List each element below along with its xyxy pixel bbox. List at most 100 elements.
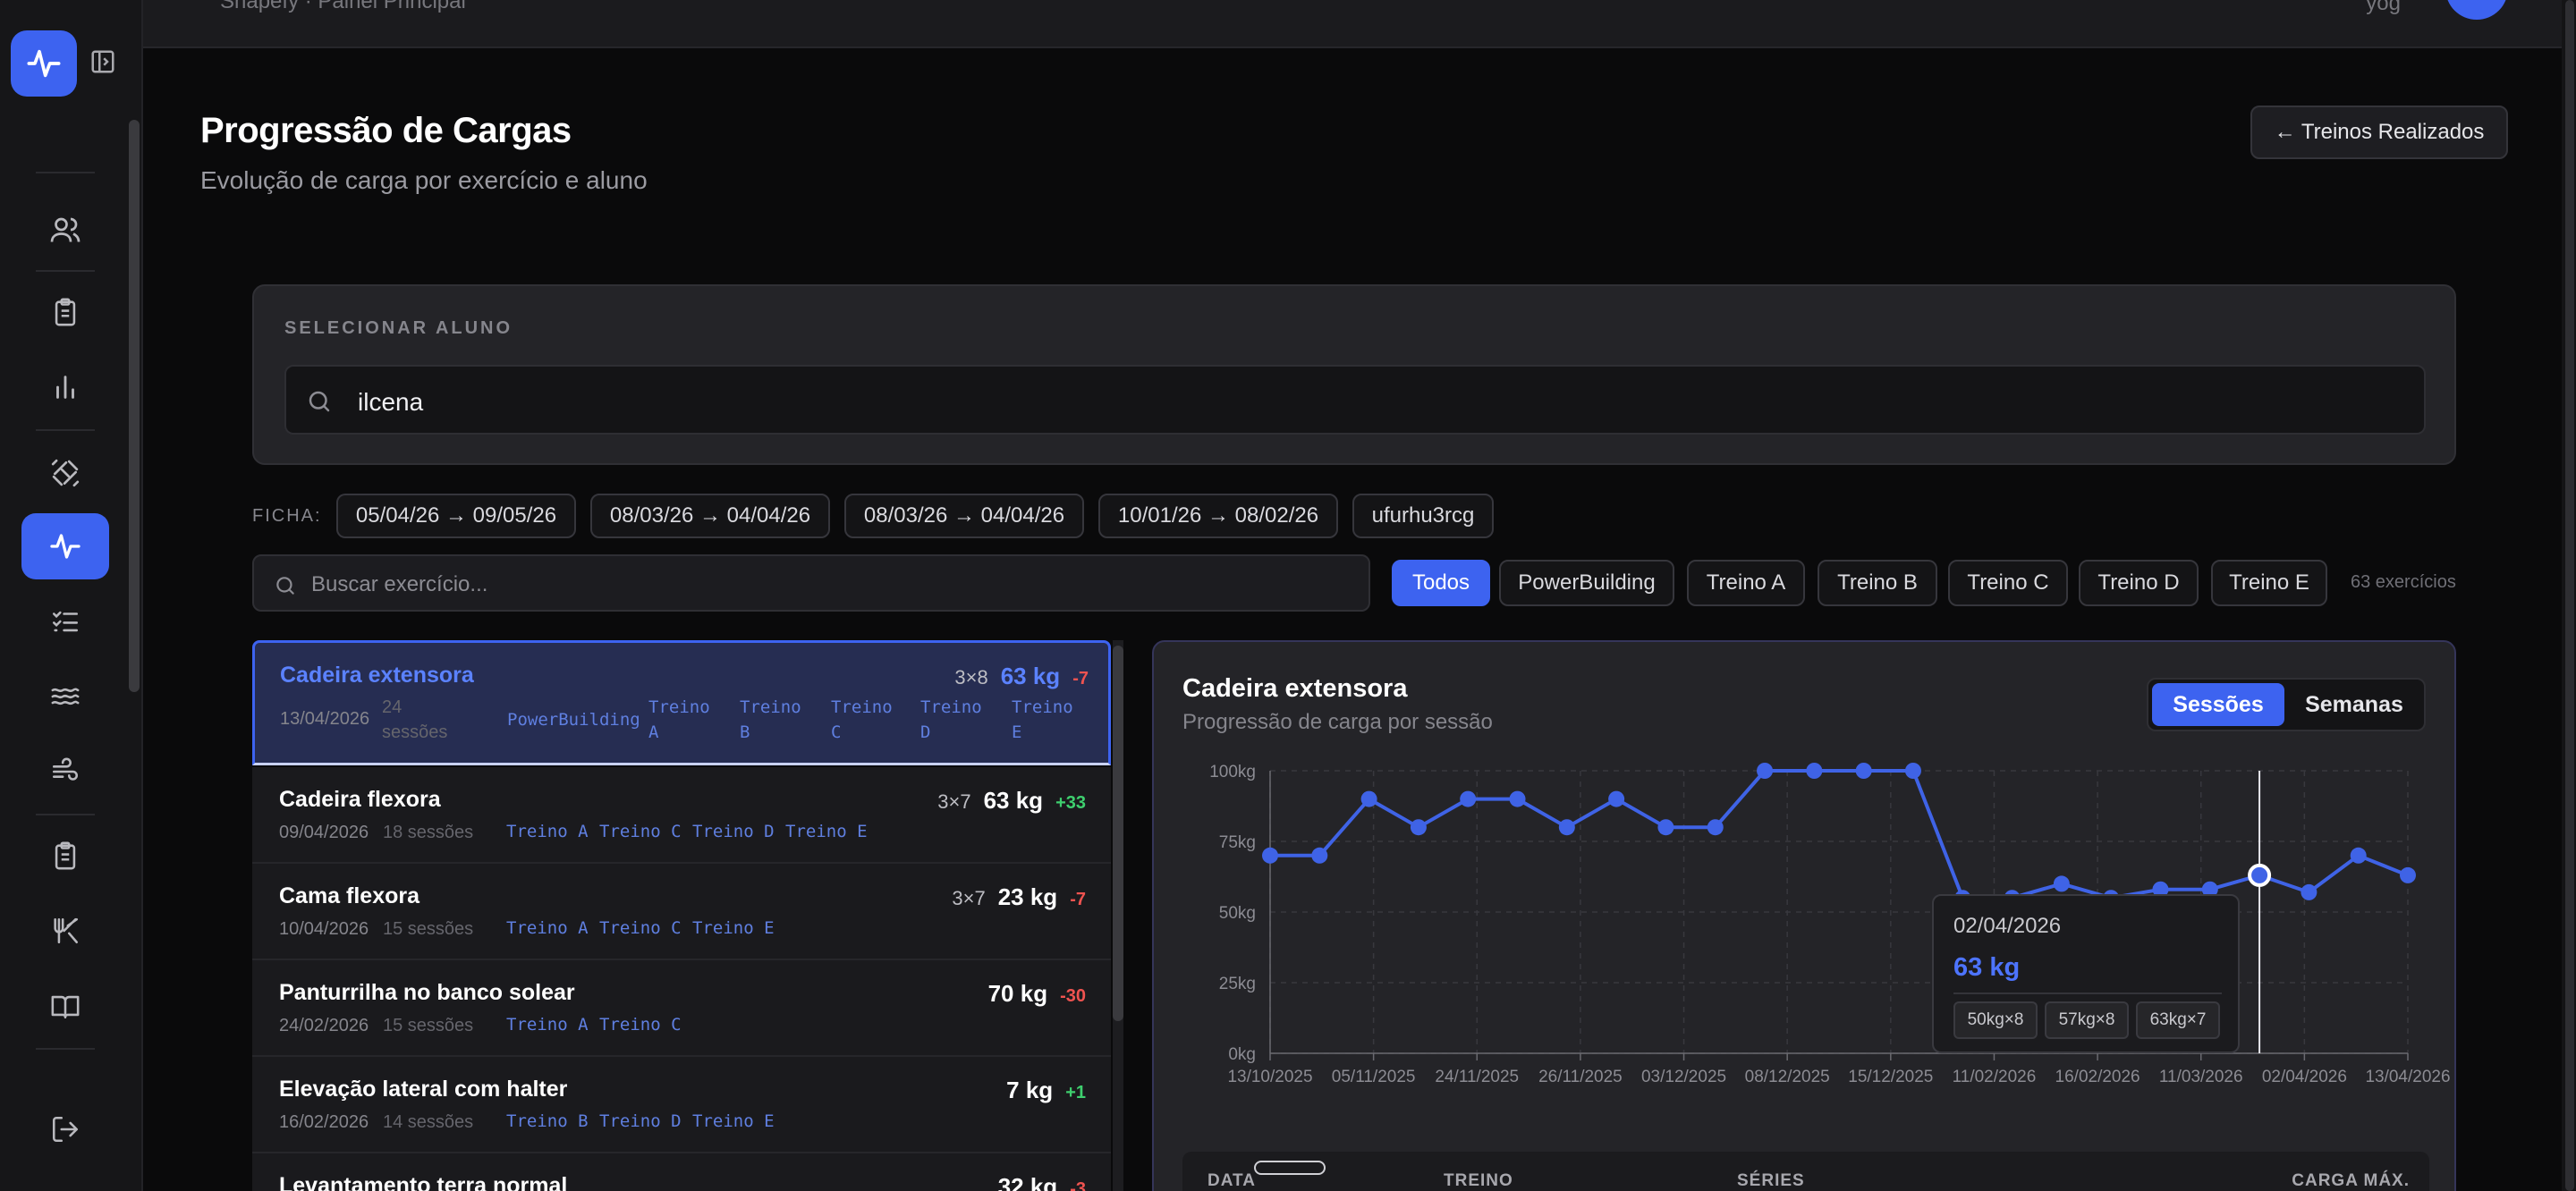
clipboard-list-icon bbox=[55, 841, 76, 870]
filter-treino-a[interactable]: Treino A bbox=[1687, 560, 1805, 606]
exercise-date: 09/04/2026 bbox=[279, 823, 369, 842]
data-point bbox=[1608, 790, 1625, 807]
data-point-active bbox=[2248, 863, 2272, 887]
exercise-delta: +33 bbox=[1055, 793, 1086, 813]
sidebar-item-workouts[interactable] bbox=[21, 279, 109, 345]
sidebar-item-nutrition[interactable] bbox=[21, 898, 109, 964]
sidebar-toggle-button[interactable] bbox=[88, 46, 118, 77]
book-open-icon bbox=[51, 995, 80, 1019]
back-to-workouts-button[interactable]: ← Treinos Realizados bbox=[2250, 106, 2508, 159]
sidebar-divider bbox=[36, 814, 95, 815]
table-scroll-pill[interactable] bbox=[1254, 1161, 1326, 1175]
list-checks-icon bbox=[52, 611, 79, 632]
ficha-label: FICHA: bbox=[252, 506, 322, 526]
sidebar-scrollbar[interactable] bbox=[129, 120, 140, 692]
exercise-load: 63 kg bbox=[983, 787, 1044, 814]
exercise-item[interactable]: Elevação lateral com halter 16/02/2026 1… bbox=[252, 1057, 1111, 1153]
exercise-stats: 70 kg -30 bbox=[988, 980, 1086, 1008]
x-tick-label: 13/04/2026 bbox=[2365, 1068, 2450, 1086]
sidebar-item-checklist[interactable] bbox=[21, 588, 109, 655]
sidebar-item-waves[interactable] bbox=[21, 663, 109, 730]
exercise-item[interactable]: Cama flexora 10/04/2026 15 sessões Trein… bbox=[252, 864, 1111, 960]
data-point bbox=[1904, 763, 1921, 779]
x-tick-label: 24/11/2025 bbox=[1435, 1068, 1519, 1086]
toggle-sessions[interactable]: Sessões bbox=[2152, 683, 2284, 726]
x-tick-label: 08/12/2025 bbox=[1745, 1068, 1830, 1086]
exercise-item[interactable]: Cadeira flexora 09/04/2026 18 sessões Tr… bbox=[252, 767, 1111, 864]
exercise-name: Elevação lateral com halter bbox=[279, 1077, 568, 1102]
toggle-weeks[interactable]: Semanas bbox=[2288, 683, 2420, 726]
app-logo[interactable] bbox=[11, 30, 77, 97]
filter-powerbuilding[interactable]: PowerBuilding bbox=[1499, 560, 1674, 606]
exercise-sessions: 24 sessões bbox=[382, 697, 448, 742]
student-search-value: ilcena bbox=[358, 388, 424, 416]
chart-card: Cadeira extensora Progressão de carga po… bbox=[1152, 640, 2456, 1191]
ficha-chip[interactable]: 10/01/26 → 08/02/26 bbox=[1098, 494, 1338, 538]
exercise-item[interactable]: Panturrilha no banco solear 24/02/2026 1… bbox=[252, 960, 1111, 1057]
filter-treino-b[interactable]: Treino B bbox=[1818, 560, 1937, 606]
filter-todos[interactable]: Todos bbox=[1392, 560, 1490, 606]
data-point bbox=[1311, 847, 1328, 864]
page-scrollbar[interactable] bbox=[2562, 0, 2576, 1191]
x-tick-label: 16/02/2026 bbox=[2055, 1068, 2140, 1086]
data-point bbox=[1460, 790, 1477, 807]
ficha-chip[interactable]: ufurhu3rcg bbox=[1352, 494, 1494, 538]
x-tick-label: 05/11/2025 bbox=[1332, 1068, 1416, 1086]
student-search-input[interactable]: ilcena bbox=[284, 365, 2426, 435]
chart-title: Cadeira extensora bbox=[1182, 674, 1408, 703]
filter-treino-c[interactable]: Treino C bbox=[1948, 560, 2068, 606]
filter-treino-d[interactable]: Treino D bbox=[2079, 560, 2199, 606]
filter-treino-e[interactable]: Treino E bbox=[2211, 560, 2327, 606]
data-point bbox=[1757, 763, 1774, 779]
ficha-chip[interactable]: 05/04/26 → 09/05/26 bbox=[336, 494, 576, 538]
ficha-chip[interactable]: 08/03/26 → 04/04/26 bbox=[590, 494, 830, 538]
exercise-name: Cama flexora bbox=[279, 883, 420, 908]
page-subtitle: Evolução de carga por exercício e aluno bbox=[200, 166, 648, 194]
exercise-tag: Treino E bbox=[692, 918, 775, 938]
sidebar-item-wind[interactable] bbox=[21, 739, 109, 805]
data-point bbox=[2400, 866, 2416, 883]
exercise-item[interactable]: Levantamento terra normal 32 kg -3 bbox=[252, 1153, 1111, 1191]
avatar[interactable] bbox=[2445, 0, 2508, 20]
exercise-delta: -7 bbox=[1072, 669, 1089, 688]
sidebar-item-plans[interactable] bbox=[21, 823, 109, 889]
exercise-tag: Treino E bbox=[785, 822, 868, 841]
tooltip-set-chip: 57kg×8 bbox=[2045, 1001, 2129, 1039]
tooltip-value: 63 kg bbox=[1953, 953, 2021, 982]
exercise-sessions: 18 sessões bbox=[383, 823, 474, 842]
data-point bbox=[2350, 847, 2367, 864]
sidebar-item-progression[interactable] bbox=[21, 513, 109, 579]
exercise-load: 63 kg bbox=[1000, 663, 1061, 689]
sidebar-item-logout[interactable] bbox=[21, 1096, 109, 1162]
list-scrollbar-thumb[interactable] bbox=[1113, 646, 1123, 1021]
column-header-sets: SÉRIES bbox=[1737, 1171, 1805, 1190]
activity-icon bbox=[50, 534, 80, 559]
users-icon bbox=[50, 217, 80, 242]
exercise-sets: 3×8 bbox=[954, 666, 988, 688]
exercise-count: 63 exercícios bbox=[2351, 572, 2456, 592]
ficha-chip[interactable]: 08/03/26 → 04/04/26 bbox=[844, 494, 1084, 538]
chart-tooltip: 02/04/2026 63 kg 50kg×8 57kg×8 63kg×7 bbox=[1932, 894, 2240, 1053]
x-tick-label: 15/12/2025 bbox=[1848, 1068, 1933, 1086]
exercise-search-input[interactable]: Buscar exercício... bbox=[252, 554, 1370, 612]
exercise-delta: -7 bbox=[1070, 890, 1086, 909]
sidebar-divider bbox=[36, 270, 95, 272]
sidebar-item-library[interactable] bbox=[21, 973, 109, 1039]
series-line bbox=[1270, 769, 2409, 900]
exercise-date: 16/02/2026 bbox=[279, 1112, 369, 1132]
sidebar-item-exercises[interactable] bbox=[21, 440, 109, 506]
exercise-search-placeholder: Buscar exercício... bbox=[311, 572, 488, 596]
exercise-date: 24/02/2026 bbox=[279, 1016, 369, 1035]
data-point bbox=[1806, 763, 1823, 779]
load-progression-chart: 0kg 25kg 50kg 75kg 100kg 13/10/2025 05/11/2025… bbox=[1209, 763, 2451, 1086]
exercise-stats: 32 kg -3 bbox=[998, 1173, 1086, 1191]
exercise-item-active[interactable]: Cadeira extensora 13/04/2026 24 sessões … bbox=[252, 640, 1111, 765]
x-tick-label: 03/12/2025 bbox=[1641, 1068, 1726, 1086]
sidebar-item-students[interactable] bbox=[21, 197, 109, 263]
y-tick-label: 50kg bbox=[1219, 904, 1256, 923]
panel-toggle-icon bbox=[91, 50, 114, 73]
sidebar-item-reports[interactable] bbox=[21, 354, 109, 420]
page-scrollbar-thumb[interactable] bbox=[2565, 0, 2574, 1191]
x-tick-label: 13/10/2025 bbox=[1227, 1068, 1312, 1086]
data-point bbox=[1509, 790, 1526, 807]
